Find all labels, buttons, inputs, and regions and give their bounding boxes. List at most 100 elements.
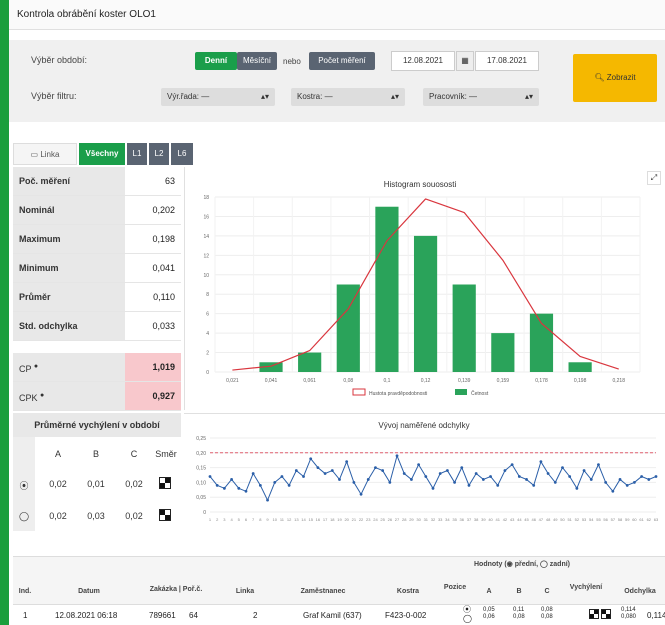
x-tick-label: 56 — [603, 517, 608, 522]
x-tick-label: 34 — [445, 517, 450, 522]
value-b: 0,01 — [87, 479, 105, 489]
x-tick-label: 23 — [366, 517, 371, 522]
x-tick-label: 47 — [539, 517, 544, 522]
x-tick-label: 15 — [308, 517, 313, 522]
chevron-down-icon: ▴▾ — [390, 92, 399, 101]
stat-row: Nominál 0,202 — [13, 196, 181, 225]
legend-swatch — [352, 388, 366, 396]
stat-value: 0,033 — [125, 312, 181, 340]
stat-label: Průměr — [13, 283, 125, 311]
info-icon[interactable]: ● — [34, 363, 38, 370]
direction-icon — [589, 609, 599, 619]
x-tick-label: 50 — [560, 517, 565, 522]
period-row: Výběr období: Denní Měsíční nebo Počet m… — [9, 48, 569, 74]
y-tick-label: 10 — [203, 273, 209, 279]
stat-value: 0,110 — [125, 283, 181, 311]
value-b: 0,03 — [87, 511, 105, 521]
trend-panel: Vývoj naměřené odchylky 0 0,05 0,10 0,15 0,2… — [184, 413, 665, 533]
col-header: Vychýlení — [569, 584, 603, 591]
data-point — [237, 486, 241, 490]
date-to-input[interactable]: 17.08.2021 — [475, 51, 539, 71]
cell-a: 0,05 0,06 — [483, 607, 495, 620]
data-point — [330, 469, 334, 472]
x-tick-label: 18 — [330, 517, 335, 522]
data-point — [582, 469, 586, 472]
stat-row: Maximum 0,198 — [13, 225, 181, 254]
value-a: 0,02 — [49, 479, 67, 489]
x-tick-label: 60 — [632, 517, 637, 522]
trend-title: Vývoj naměřené odchylky — [378, 421, 469, 430]
x-tick-label: 0,139 — [458, 378, 471, 384]
x-tick-label: 6 — [245, 517, 248, 522]
calendar-icon[interactable]: ▦ — [456, 51, 474, 71]
date-from-input[interactable]: 12.08.2021 — [391, 51, 455, 71]
daily-button[interactable]: Denní — [195, 52, 237, 70]
x-tick-label: 63 — [654, 517, 659, 522]
histogram-bar — [413, 235, 438, 372]
count-button[interactable]: Počet měření — [309, 52, 375, 70]
legend-label: Četnost — [471, 390, 489, 397]
y-tick-label: 0,10 — [196, 480, 206, 486]
data-point — [323, 472, 327, 475]
y-tick-label: 4 — [206, 331, 209, 337]
tab-l1[interactable]: L1 — [127, 143, 147, 165]
stat-label: Nominál — [13, 196, 125, 224]
data-point — [460, 466, 464, 469]
stat-row: Std. odchylka 0,033 — [13, 312, 181, 341]
y-tick-label: 12 — [203, 253, 209, 259]
chevron-down-icon: ▴▾ — [524, 92, 533, 101]
data-point — [366, 478, 370, 481]
info-icon[interactable]: ● — [40, 392, 44, 399]
x-tick-label: 45 — [524, 517, 529, 522]
histogram-bar — [298, 352, 322, 372]
tab-l2[interactable]: L2 — [149, 143, 169, 165]
table-row[interactable]: 1 12.08.2021 06:18 789661 64 2 Graf Kami… — [13, 604, 665, 625]
x-tick-label: 4 — [230, 517, 233, 522]
data-point — [575, 486, 579, 490]
data-point — [294, 469, 298, 472]
x-tick-label: 35 — [452, 517, 457, 522]
data-point — [273, 481, 277, 484]
x-tick-label: 58 — [618, 517, 623, 522]
position-radios[interactable]: ⦿ ◯ — [463, 605, 472, 623]
tab-all[interactable]: Všechny — [79, 143, 125, 165]
x-tick-label: 42 — [503, 517, 508, 522]
data-point — [395, 454, 399, 458]
x-tick-label: 5 — [238, 517, 241, 522]
or-label: nebo — [283, 57, 301, 66]
data-point — [266, 498, 269, 502]
x-tick-label: 0,1 — [383, 378, 390, 384]
x-tick-label: 12 — [287, 517, 292, 522]
show-button[interactable]: 🔍︎ Zobrazit — [573, 54, 657, 102]
direction-icon — [159, 477, 171, 489]
x-tick-label: 0,159 — [497, 378, 510, 384]
expand-icon[interactable]: ⤢ — [647, 171, 661, 185]
data-point — [481, 478, 485, 481]
value-c: 0,02 — [125, 479, 143, 489]
series-select[interactable]: Výr.řada: — ▴▾ — [161, 88, 275, 106]
x-tick-label: 20 — [344, 517, 349, 522]
y-tick-label: 0 — [206, 370, 209, 376]
data-point — [388, 481, 392, 484]
y-tick-label: 18 — [203, 195, 209, 201]
x-tick-label: 17 — [323, 517, 328, 522]
tab-line[interactable]: ▭ Linka — [13, 143, 77, 165]
stat-value: 0,202 — [125, 196, 181, 224]
tab-l6[interactable]: L6 — [171, 143, 193, 165]
x-tick-label: 0,218 — [612, 378, 625, 384]
frame-select[interactable]: Kostra: — ▴▾ — [291, 88, 405, 106]
x-tick-label: 62 — [647, 517, 652, 522]
monthly-button[interactable]: Měsíční — [237, 52, 277, 70]
x-tick-label: 11 — [280, 517, 285, 522]
data-point — [467, 483, 471, 487]
worker-select[interactable]: Pracovník: — ▴▾ — [423, 88, 539, 106]
radio-front[interactable]: ⦿ — [17, 479, 31, 492]
x-tick-label: 53 — [582, 517, 587, 522]
filter-label: Výběr filtru: — [31, 91, 77, 101]
x-tick-label: 40 — [488, 517, 493, 522]
radio-rear[interactable]: ◯ — [17, 511, 31, 522]
cp-value: 1,019 — [125, 353, 181, 381]
data-point — [258, 483, 262, 487]
histogram-bar — [452, 284, 476, 372]
data-point — [489, 475, 492, 478]
